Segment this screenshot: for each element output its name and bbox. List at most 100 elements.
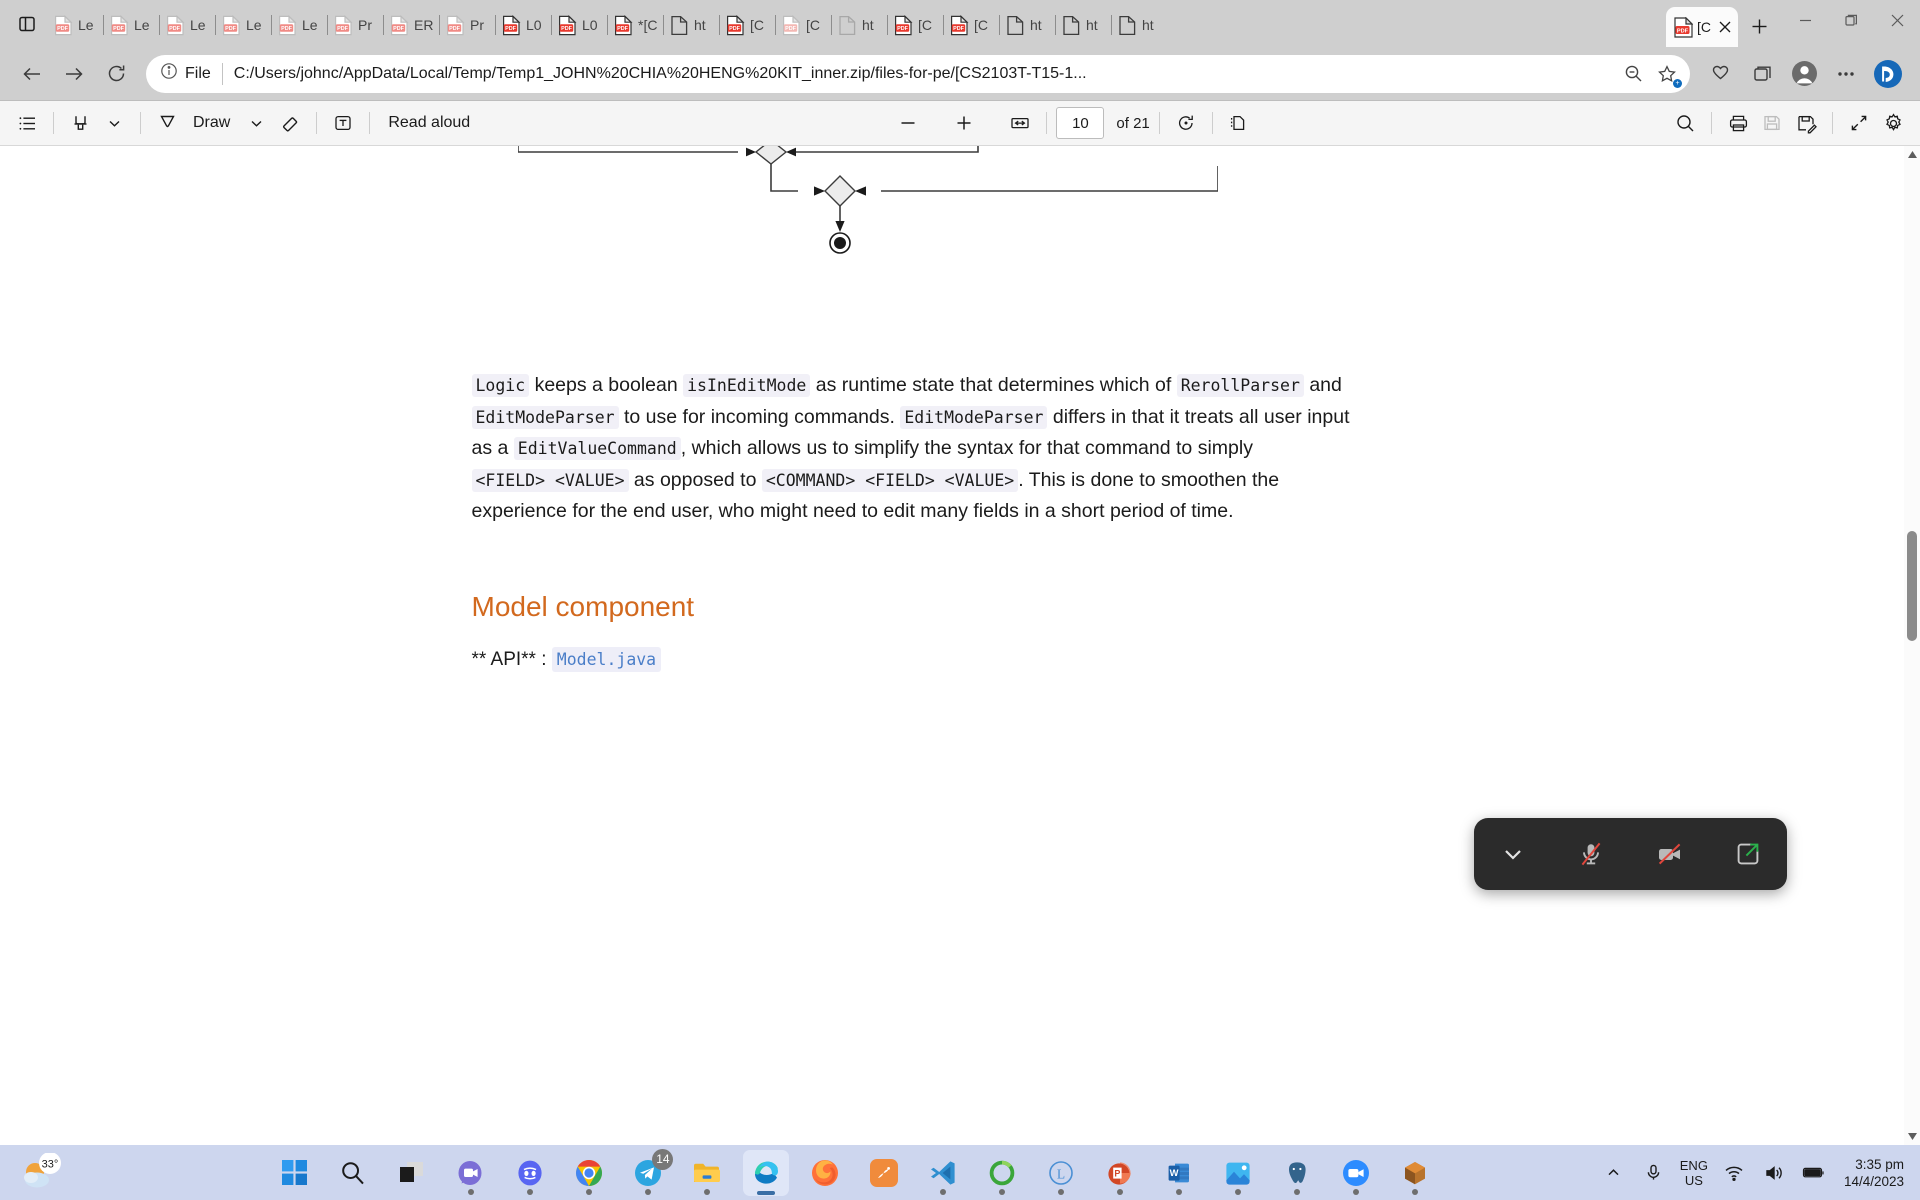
tab-2[interactable]: PDF Le [160,6,216,44]
tab-17[interactable]: ht [1000,6,1056,44]
print-icon[interactable] [1721,106,1755,140]
tab-4[interactable]: PDF Le [272,6,328,44]
copilot-icon[interactable] [1868,54,1908,94]
share-screen-icon[interactable] [1721,827,1775,881]
pdf-icon-red: PDF [558,14,577,36]
wifi-icon[interactable] [1720,1159,1748,1187]
highlight-options-chevron-down-icon[interactable] [97,106,131,140]
close-icon[interactable] [1716,16,1734,38]
zoom-icon[interactable] [1333,1150,1379,1196]
search-taskbar-icon[interactable] [330,1150,376,1196]
firefox-icon[interactable] [802,1150,848,1196]
fullscreen-icon[interactable] [1842,106,1876,140]
tab-8[interactable]: PDF L0 [496,6,552,44]
latex-editor-icon[interactable]: L [1038,1150,1084,1196]
browser-essentials-icon[interactable] [1742,54,1782,94]
camera-muted-icon[interactable] [1643,827,1697,881]
rotate-icon[interactable] [1169,106,1203,140]
scroll-up-arrow[interactable] [1904,146,1920,163]
microsoft-word-icon[interactable]: W [1156,1150,1202,1196]
microsoft-edge-icon[interactable] [743,1149,790,1196]
settings-gear-icon[interactable] [1876,106,1910,140]
blender-icon[interactable] [1392,1150,1438,1196]
start-button[interactable] [271,1150,317,1196]
zoom-out-button[interactable] [891,106,925,140]
tab-1[interactable]: PDF Le [104,6,160,44]
show-hidden-icons-chevron[interactable] [1600,1159,1628,1187]
table-of-contents-icon[interactable] [10,106,44,140]
zoom-in-button[interactable] [947,106,981,140]
minimize-icon[interactable] [1782,0,1828,40]
tab-active[interactable]: PDF [CS [1666,7,1738,47]
microphone-icon[interactable] [1640,1159,1668,1187]
tab-0[interactable]: PDF Le [48,6,104,44]
microphone-muted-icon[interactable] [1564,827,1618,881]
scroll-down-arrow[interactable] [1904,1128,1920,1145]
draw-label[interactable]: Draw [184,114,239,132]
tab-10[interactable]: PDF *[C [608,6,664,44]
pdf-viewport[interactable]: Logic keeps a boolean isInEditMode as ru… [0,146,1920,1145]
page-number-input[interactable]: 10 [1056,107,1105,139]
microsoft-powerpoint-icon[interactable]: P [1097,1150,1143,1196]
fit-to-width-icon[interactable] [1003,106,1037,140]
telegram-icon[interactable]: 14 [625,1148,674,1196]
forward-arrow-icon[interactable] [54,54,94,94]
tab-11[interactable]: ht [664,6,720,44]
address-url-text[interactable]: C:/Users/johnc/AppData/Local/Temp/Temp1_… [234,65,1616,83]
tab-7[interactable]: PDF Pr [440,6,496,44]
microsoft-teams-icon[interactable] [448,1150,494,1196]
file-explorer-icon[interactable] [684,1150,730,1196]
visual-studio-code-icon[interactable] [920,1150,966,1196]
new-tab-button[interactable] [1742,9,1776,43]
tab-16[interactable]: PDF [C [944,6,1000,44]
draw-pen-icon[interactable] [150,106,184,140]
tab-9[interactable]: PDF L0 [552,6,608,44]
tab-15[interactable]: PDF [C [888,6,944,44]
highlight-icon[interactable] [63,106,97,140]
vertical-scrollbar[interactable] [1904,146,1920,1145]
weather-widget[interactable]: 33° [0,1152,110,1193]
api-file-link[interactable]: Model.java [551,646,662,672]
task-view-icon[interactable] [389,1150,435,1196]
mongodb-compass-icon[interactable] [979,1150,1025,1196]
call-control-widget[interactable] [1474,818,1787,890]
back-arrow-icon[interactable] [12,54,52,94]
info-circle-icon[interactable] [160,62,178,85]
collections-icon[interactable] [1700,54,1740,94]
tab-12[interactable]: PDF [C [720,6,776,44]
tab-18[interactable]: ht [1056,6,1112,44]
add-text-icon[interactable] [326,106,360,140]
read-aloud-label[interactable]: Read aloud [379,114,479,132]
battery-icon[interactable] [1800,1159,1828,1187]
close-window-icon[interactable] [1874,0,1920,40]
favorite-star-icon[interactable]: + [1650,57,1684,91]
postgresql-icon[interactable] [1274,1150,1320,1196]
tab-actions-sidebar-button[interactable] [6,4,48,44]
profile-icon[interactable] [1784,54,1824,94]
google-chrome-icon[interactable] [566,1150,612,1196]
tab-5[interactable]: PDF Pr [328,6,384,44]
maximize-icon[interactable] [1828,0,1874,40]
tab-3[interactable]: PDF Le [216,6,272,44]
page-view-icon[interactable] [1222,106,1256,140]
clock[interactable]: 3:35 pm 14/4/2023 [1840,1156,1904,1190]
tab-13[interactable]: PDF [C [776,6,832,44]
address-bar[interactable]: File C:/Users/johnc/AppData/Local/Temp/T… [146,54,1690,93]
save-as-icon[interactable] [1789,106,1823,140]
draw-options-chevron-down-icon[interactable] [239,106,273,140]
chevron-down-icon[interactable] [1486,827,1540,881]
settings-more-icon[interactable] [1826,54,1866,94]
input-language-indicator[interactable]: ENG US [1680,1158,1708,1188]
volume-icon[interactable] [1760,1159,1788,1187]
photos-icon[interactable] [1215,1150,1261,1196]
scrollbar-thumb[interactable] [1907,531,1917,641]
tab-6[interactable]: PDF ER [384,6,440,44]
erase-icon[interactable] [273,106,307,140]
sourcetree-icon[interactable] [861,1150,907,1196]
tab-14[interactable]: ht [832,6,888,44]
refresh-icon[interactable] [96,54,136,94]
search-icon[interactable] [1668,106,1702,140]
discord-icon[interactable] [507,1150,553,1196]
tab-19[interactable]: ht [1112,6,1168,44]
zoom-out-icon[interactable] [1616,57,1650,91]
